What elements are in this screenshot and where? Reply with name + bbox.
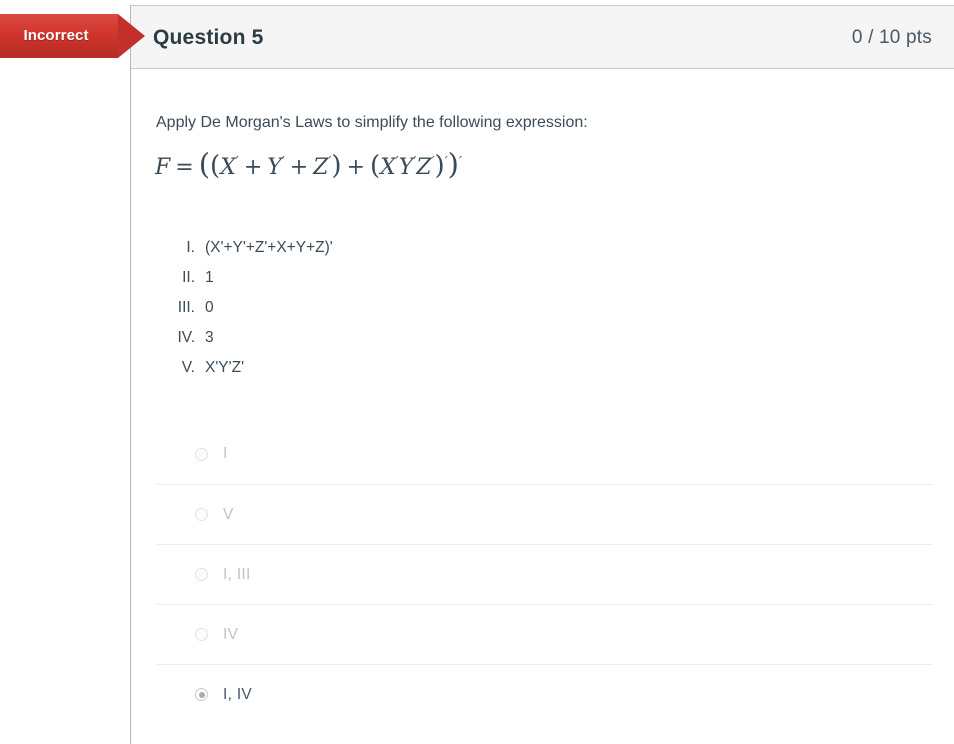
question-prompt: Apply De Morgan's Laws to simplify the f…	[156, 114, 588, 131]
list-item: III. 0	[153, 299, 333, 329]
list-item-value: 0	[205, 299, 214, 316]
list-item-numeral: V.	[181, 359, 195, 376]
answer-option-4[interactable]: IV	[156, 604, 933, 664]
status-flag-arrow-icon	[118, 14, 145, 58]
answer-option-label: IV	[223, 625, 239, 643]
answer-option-label: I	[223, 445, 228, 462]
question-points: 0 / 10 pts	[851, 27, 932, 48]
answer-option-1[interactable]: I	[156, 424, 933, 484]
list-item-numeral: IV.	[177, 329, 195, 346]
roman-numeral-list: I. (X'+Y'+Z'+X+Y+Z)' II. 1 III. 0 IV. 3 …	[153, 239, 333, 389]
answer-option-label: I, IV	[223, 685, 253, 703]
answer-option-3[interactable]: I, III	[156, 544, 933, 604]
question-math-expression: F = ((X′ + Y′ + Z′) + (X′Y′Z′)′)′	[155, 147, 462, 181]
answer-option-5[interactable]: I, IV	[156, 664, 933, 724]
list-item-numeral: II.	[182, 269, 195, 286]
list-item: II. 1	[153, 269, 333, 299]
question-title: Question 5	[153, 26, 264, 49]
radio-button-icon[interactable]	[195, 447, 208, 461]
answer-options: I V I, III IV I, IV	[156, 424, 933, 724]
answer-option-label: V	[223, 505, 234, 523]
radio-button-icon[interactable]	[195, 568, 208, 581]
list-item: V. X'Y'Z'	[153, 359, 333, 389]
list-item-numeral: I.	[186, 239, 195, 256]
list-item-value: X'Y'Z'	[205, 359, 245, 376]
list-item: I. (X'+Y'+Z'+X+Y+Z)'	[153, 239, 333, 269]
question-header: Question 5 0 / 10 pts	[131, 6, 954, 69]
radio-button-icon[interactable]	[195, 628, 208, 641]
list-item-numeral: III.	[177, 299, 195, 316]
radio-button-icon[interactable]	[195, 508, 208, 521]
answer-option-2[interactable]: V	[156, 484, 933, 544]
status-flag-label: Incorrect	[23, 27, 89, 44]
list-item-value: 1	[205, 269, 214, 286]
list-item-value: 3	[205, 329, 214, 346]
radio-button-selected-icon[interactable]	[195, 688, 208, 701]
status-flag-incorrect: Incorrect	[0, 14, 146, 58]
list-item-value: (X'+Y'+Z'+X+Y+Z)'	[205, 239, 333, 256]
list-item: IV. 3	[153, 329, 333, 359]
question-container: Question 5 0 / 10 pts Apply De Morgan's …	[130, 5, 954, 744]
answer-option-label: I, III	[223, 565, 251, 583]
